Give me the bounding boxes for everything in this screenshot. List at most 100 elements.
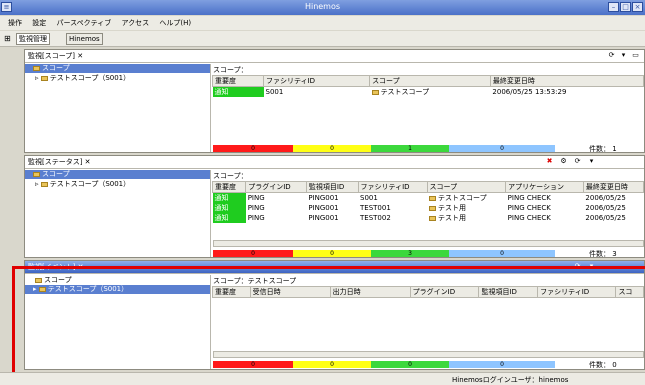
critical-bar: 0: [213, 250, 293, 257]
perspective-tab-monitor[interactable]: 監視管理: [16, 33, 50, 45]
col-priority[interactable]: 重要度: [212, 286, 251, 298]
warning-bar: 0: [293, 250, 371, 257]
info-bar: 1: [371, 145, 449, 152]
date-cell: 2006/05/25 13:53:29: [492, 88, 567, 96]
col-priority[interactable]: 重要度: [211, 181, 247, 193]
system-menu-icon[interactable]: ≡: [1, 2, 12, 12]
table-row[interactable]: 通知 S001 テストスコープ 2006/05/25 13:53:29: [212, 86, 644, 97]
col-scope[interactable]: スコ: [615, 286, 644, 298]
scope-cell: テストスコープ: [427, 193, 506, 204]
plugin-cell: PING: [247, 204, 265, 212]
warning-bar: 0: [293, 145, 371, 152]
scope-cell: テスト用: [427, 203, 506, 213]
event-view: 監視[イベント] ✕ ⟳ ▾ スコープ ▸ テストスコープ（S001） スコープ…: [24, 260, 645, 370]
menu-access[interactable]: アクセス: [121, 19, 149, 27]
tree-node-test-scope[interactable]: ▹ テストスコープ（S001）: [25, 73, 210, 83]
perspective-bar: ⊞ 監視管理 Hinemos: [0, 31, 645, 47]
tree-root-scope[interactable]: スコープ: [25, 170, 210, 179]
filter-icon[interactable]: ⚙: [559, 157, 568, 166]
col-scope[interactable]: スコープ: [426, 181, 507, 193]
open-perspective-icon[interactable]: ⊞: [4, 34, 11, 43]
date-cell: 2006/05/25: [585, 204, 626, 212]
menu-operation[interactable]: 操作: [8, 19, 22, 27]
col-plugin-id[interactable]: プラグインID: [245, 181, 307, 193]
node-icon: [429, 205, 437, 211]
folder-icon: [33, 65, 40, 71]
col-facility-id[interactable]: ファシリティID: [263, 75, 371, 87]
status-tree: スコープ ▹ テストスコープ（S001）: [25, 170, 211, 257]
status-table: 重要度 プラグインID 監視項目ID ファシリティID スコープ アプリケーショ…: [211, 181, 645, 223]
plugin-cell: PING: [247, 194, 265, 202]
col-monitor-id[interactable]: 監視項目ID: [478, 286, 539, 298]
monitor-cell: PING001: [308, 194, 339, 202]
maximize-button[interactable]: □: [620, 2, 631, 12]
folder-icon: [40, 181, 48, 187]
total-count: 件数： 0: [589, 361, 617, 369]
tree-node-test-scope[interactable]: ▹ テストスコープ（S001）: [25, 179, 210, 189]
delete-icon[interactable]: ✖: [545, 157, 554, 166]
scope-cell: テスト用: [427, 213, 506, 223]
facility-cell: TEST002: [360, 214, 391, 222]
event-tree: スコープ ▸ テストスコープ（S001）: [25, 275, 211, 369]
priority-cell: 通知: [212, 203, 246, 213]
folder-icon: [35, 277, 42, 283]
tree-node-test-scope[interactable]: ▸ テストスコープ（S001）: [25, 285, 210, 294]
menu-help[interactable]: ヘルプ(H): [159, 19, 191, 27]
folder-icon: [371, 89, 379, 95]
plugin-cell: PING: [247, 214, 265, 222]
col-last-modified[interactable]: 最終変更日時: [582, 181, 645, 193]
critical-bar: 0: [213, 361, 293, 368]
horizontal-scrollbar[interactable]: [213, 351, 644, 358]
priority-cell: 通知: [212, 86, 264, 97]
application-cell: PING CHECK: [507, 194, 551, 202]
date-cell: 2006/05/25: [585, 194, 626, 202]
status-bar: Hinemosログインユーザ：hinemos: [0, 372, 645, 385]
scope-tree: スコープ ▹ テストスコープ（S001）: [25, 64, 211, 152]
priority-cell: 通知: [212, 192, 246, 203]
total-count: 件数： 3: [589, 250, 617, 258]
info-bar: 3: [371, 250, 449, 257]
date-cell: 2006/05/25: [585, 214, 626, 222]
view-menu-icon[interactable]: ▾: [619, 51, 628, 60]
total-count: 件数： 1: [589, 145, 617, 153]
minimize-view-icon[interactable]: ▭: [631, 51, 640, 60]
annotation-line-left: [12, 266, 15, 385]
folder-icon: [38, 286, 46, 292]
table-row[interactable]: 通知 PING PING001 S001 テストスコープ PING CHECK …: [212, 192, 644, 204]
col-last-modified[interactable]: 最終変更日時: [489, 75, 645, 87]
table-row[interactable]: 通知 PING PING001 TEST001 テスト用 PING CHECK …: [212, 203, 644, 213]
horizontal-scrollbar[interactable]: [213, 240, 644, 247]
col-facility-id[interactable]: ファシリティID: [357, 181, 428, 193]
col-application[interactable]: アプリケーション: [505, 181, 584, 193]
close-button[interactable]: ×: [632, 2, 643, 12]
facility-cell: TEST001: [360, 204, 391, 212]
view-menu-icon[interactable]: ▾: [587, 157, 596, 166]
col-priority[interactable]: 重要度: [211, 75, 265, 87]
col-scope[interactable]: スコープ: [369, 75, 491, 87]
perspective-tab-hinemos[interactable]: Hinemos: [66, 33, 103, 45]
col-plugin-id[interactable]: プラグインID: [409, 286, 480, 298]
folder-icon: [40, 75, 48, 81]
refresh-icon[interactable]: ⟳: [573, 157, 582, 166]
event-header: スコープ：テストスコープ: [213, 277, 297, 285]
col-monitor-id[interactable]: 監視項目ID: [305, 181, 359, 193]
col-received[interactable]: 受信日時: [249, 286, 331, 298]
window-titlebar: Hinemos ≡ – □ ×: [0, 0, 645, 15]
col-facility-id[interactable]: ファシリティID: [537, 286, 617, 298]
refresh-icon[interactable]: ⟳: [607, 51, 616, 60]
tree-root-scope[interactable]: スコープ: [25, 64, 210, 73]
tree-root-scope[interactable]: スコープ: [25, 275, 210, 285]
menu-settings[interactable]: 設定: [32, 19, 46, 27]
minimize-button[interactable]: –: [608, 2, 619, 12]
scope-view-tab[interactable]: 監視[スコープ] ✕: [25, 50, 644, 63]
folder-icon: [33, 171, 40, 177]
event-table: 重要度 受信日時 出力日時 プラグインID 監視項目ID ファシリティID スコ: [212, 286, 644, 298]
annotation-line-top: [12, 266, 645, 269]
col-output[interactable]: 出力日時: [329, 286, 411, 298]
monitor-cell: PING001: [308, 204, 339, 212]
table-row[interactable]: 通知 PING PING001 TEST002 テスト用 PING CHECK …: [212, 213, 644, 223]
facility-cell: S001: [265, 88, 284, 96]
status-header: スコープ：: [213, 172, 248, 180]
application-cell: PING CHECK: [507, 214, 551, 222]
menu-perspective[interactable]: パースペクティブ: [56, 19, 111, 27]
